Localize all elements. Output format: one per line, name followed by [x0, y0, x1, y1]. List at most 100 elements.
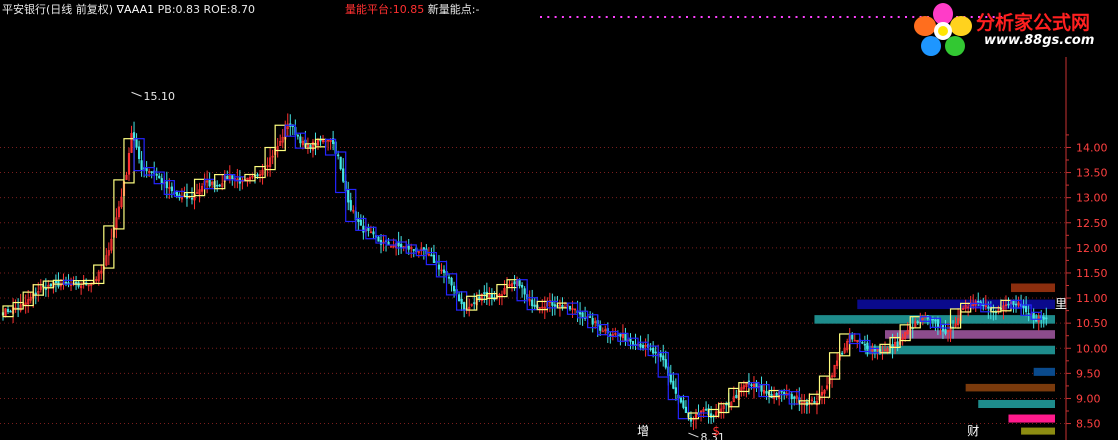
candle-body: [216, 184, 219, 187]
candle-body: [478, 296, 481, 300]
platform-value: 10.85: [392, 3, 425, 16]
candle-body: [432, 254, 436, 264]
candle-body: [400, 243, 403, 249]
candle-body: [452, 285, 456, 292]
candle-body: [639, 343, 642, 348]
candle-body: [6, 309, 10, 313]
platform-dot: [729, 16, 732, 18]
platform-dot: [897, 16, 900, 18]
candle-body: [679, 397, 682, 403]
platform-dot: [591, 16, 594, 18]
candle-body: [684, 406, 688, 414]
platform-dot: [656, 16, 659, 18]
platform-dot: [686, 16, 688, 18]
indicator-name[interactable]: AAA1: [124, 3, 154, 16]
pb-value: 0.83: [175, 3, 201, 16]
candle-body: [704, 408, 708, 411]
annotation-label: 15.10: [144, 90, 176, 103]
candle-body: [916, 321, 919, 324]
candle-body: [568, 305, 572, 310]
platform-dot: [744, 16, 747, 18]
candle-body: [581, 312, 584, 319]
candle-body: [531, 299, 534, 307]
candle-body: [518, 279, 521, 287]
candle-body: [473, 302, 476, 304]
platform-dot: [846, 16, 849, 18]
candle-body: [357, 219, 360, 222]
price-chart[interactable]: 8.50 9.00 9.50 10.00 10.50 11.00 11.50 12.00 12.…: [0, 0, 1118, 440]
candle-body: [760, 384, 763, 392]
candle-body: [631, 341, 635, 345]
candle-body: [150, 171, 153, 173]
candle-body: [412, 249, 415, 251]
stock-title-bar: 平安银行(日线 前复权) ∇AAA1 PB:0.83 ROE:8.70: [2, 1, 255, 17]
candle-body: [490, 293, 493, 299]
candle-body: [437, 264, 441, 270]
candle-body: [619, 333, 622, 337]
platform-dot: [890, 16, 893, 18]
platform-dot: [810, 16, 813, 18]
price-axis: 8.50 9.00 9.50 10.00 10.50 11.00 11.50 12.00 12.…: [1065, 57, 1108, 440]
platform-dot: [693, 16, 696, 18]
platform-dot: [664, 16, 667, 18]
platform-dot: [802, 16, 805, 18]
platform-dot: [620, 16, 623, 18]
platform-dot: [868, 16, 871, 18]
candle-body: [664, 359, 667, 368]
candle-body: [944, 329, 947, 334]
volume-platform-bar: [1033, 367, 1055, 376]
candle-body: [987, 306, 990, 309]
platform-dot: [634, 16, 637, 18]
candle-body: [851, 334, 854, 340]
bottom-marker: $: [712, 424, 720, 438]
platform-dot: [853, 16, 856, 18]
candle-body: [362, 225, 365, 233]
y-tick-label: 12.50: [1076, 217, 1108, 230]
candle-body: [553, 304, 556, 307]
volume-platform-readout: 量能平台:10.85 新量能点:-: [345, 1, 479, 17]
candle-body: [669, 374, 672, 383]
candle-body: [379, 239, 383, 245]
candle-body: [672, 380, 675, 389]
candle-body: [813, 401, 816, 404]
candle-body: [359, 219, 362, 226]
y-tick-label: 12.00: [1076, 242, 1108, 255]
platform-dot: [613, 16, 615, 18]
candle-body: [483, 292, 486, 295]
site-logo: 分析家公式网 www.88gs.com: [912, 2, 1118, 58]
candle-body: [463, 302, 466, 311]
platform-dot: [817, 16, 820, 18]
platform-dot: [766, 16, 769, 18]
y-tick-label: 9.00: [1076, 392, 1101, 405]
volume-platform-bar: [814, 315, 1055, 324]
candle-body: [165, 181, 168, 189]
platform-dot: [700, 16, 703, 18]
roe-label: ROE:: [203, 3, 231, 16]
candle-body: [654, 351, 657, 354]
platform-dot: [722, 16, 725, 18]
candle-body: [841, 352, 844, 355]
platform-dot: [547, 16, 550, 18]
candle-body: [160, 178, 163, 184]
platform-label: 量能平台:: [345, 3, 393, 16]
stock-name: 平安银行(日线 前复权): [2, 3, 114, 16]
candle-body: [624, 333, 627, 342]
candle-body: [64, 281, 68, 284]
candle-body: [458, 294, 461, 302]
platform-dot: [715, 16, 718, 18]
candle-body: [861, 342, 864, 344]
pb-label: PB:: [157, 3, 176, 16]
candle-body: [450, 277, 453, 286]
flower-logo-icon: [914, 3, 972, 56]
candle-body: [339, 156, 342, 170]
candle-body: [226, 175, 229, 180]
candle-body: [589, 316, 592, 318]
platform-dot: [671, 16, 674, 18]
platform-end-label: 里: [1055, 297, 1067, 311]
candle-body: [442, 269, 446, 273]
candle-body: [765, 390, 768, 394]
y-tick-label: 14.00: [1076, 141, 1108, 154]
logo-url-text[interactable]: www.88gs.com: [984, 33, 1094, 48]
platform-dot: [795, 16, 798, 18]
candle-body: [407, 245, 410, 250]
